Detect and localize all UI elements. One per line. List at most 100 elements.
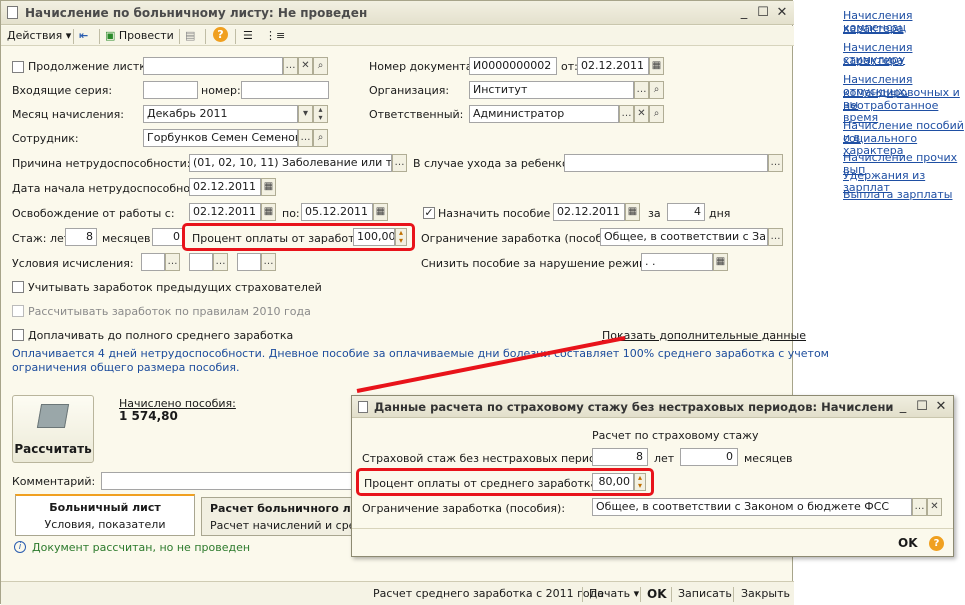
show-more-link[interactable]: Показать дополнительные данные (602, 329, 806, 342)
condition-select-3[interactable]: … (261, 253, 276, 271)
title-bar: Начисление по больничному листу: Не пров… (1, 1, 794, 25)
for-label: за (648, 207, 661, 220)
continuation-checkbox[interactable] (12, 61, 24, 73)
minimize-button[interactable]: _ (735, 4, 753, 22)
stazh-years-field[interactable]: 8 (65, 228, 97, 246)
panel-link-stimulating-2[interactable]: характера (843, 55, 904, 67)
release-label: Освобождение от работы с: (12, 207, 175, 220)
doc-number-field[interactable]: И0000000002 (469, 57, 557, 75)
doc-date-field[interactable]: 02.12.2011 (577, 57, 649, 75)
reason-field[interactable]: (01, 02, 10, 11) Заболевание или травма (189, 154, 392, 172)
topup-label: Доплачивать до полного среднего заработк… (28, 329, 294, 342)
maximize-button[interactable]: ☐ (754, 4, 772, 22)
release-to-field[interactable]: 05.12.2011 (301, 203, 373, 221)
stazh-months-field[interactable]: 0 (152, 228, 184, 246)
org-field[interactable]: Институт (469, 81, 634, 99)
condition-select-2[interactable]: … (213, 253, 228, 271)
tab-calculation[interactable]: Расчет больничного лис Расчет начислений… (201, 497, 353, 536)
condition-field-2[interactable] (189, 253, 213, 271)
dialog-help-icon[interactable]: ? (929, 536, 944, 551)
dialog-minimize-button[interactable]: _ (894, 398, 912, 416)
dialog-limit-field[interactable]: Общее, в соответствии с Законом о бюджет… (592, 498, 912, 516)
prev-insurers-checkbox[interactable] (12, 281, 24, 293)
employee-search-icon[interactable]: ⌕ (313, 129, 328, 147)
responsible-field[interactable]: Администратор (469, 105, 619, 123)
release-from-field[interactable]: 02.12.2011 (189, 203, 261, 221)
limit-label: Ограничение заработка (пособия): (421, 232, 625, 245)
calendar-icon[interactable]: ▦ (649, 57, 664, 75)
condition-select-1[interactable]: … (165, 253, 180, 271)
dialog-months-field[interactable]: 0 (680, 448, 738, 466)
doc-number-label: Номер документа: (369, 60, 477, 73)
reduce-calendar-icon[interactable]: ▦ (713, 253, 728, 271)
close-button[interactable]: ✕ (773, 4, 791, 22)
reason-select-button[interactable]: … (392, 154, 407, 172)
condition-field-3[interactable] (237, 253, 261, 271)
help-icon[interactable]: ? (213, 27, 228, 42)
child-care-field[interactable] (564, 154, 768, 172)
assign-checkbox[interactable]: ✓ (423, 207, 435, 219)
back-icon[interactable]: ⇤ (79, 28, 88, 44)
start-date-field[interactable]: 02.12.2011 (189, 178, 261, 196)
rules-2010-checkbox[interactable] (12, 305, 24, 317)
calculate-button[interactable]: Рассчитать (12, 395, 94, 463)
dialog-limit-clear-icon[interactable]: ✕ (927, 498, 942, 516)
close-form-button[interactable]: Закрыть (741, 586, 790, 602)
series-field[interactable] (143, 81, 198, 99)
days-field[interactable]: 4 (667, 203, 705, 221)
dialog-years-field[interactable]: 8 (592, 448, 648, 466)
number-field[interactable] (241, 81, 329, 99)
post-button[interactable]: ▣ Провести (105, 28, 174, 44)
responsible-clear-icon[interactable]: ✕ (634, 105, 649, 123)
settings-list-icon[interactable]: ⋮≡ (265, 28, 285, 44)
dialog-title: Данные расчета по страховому стажу без н… (374, 400, 894, 414)
child-care-select-button[interactable]: … (768, 154, 783, 172)
limit-field[interactable]: Общее, в соответствии с Закон (600, 228, 768, 246)
print-menu[interactable]: Печать ▾ (589, 586, 639, 602)
dialog-ok-button[interactable]: OK (898, 536, 918, 550)
release-to-calendar-icon[interactable]: ▦ (373, 203, 388, 221)
info-text-line-2: ограничения общего размера пособия. (12, 361, 240, 374)
structure-icon[interactable]: ☰ (243, 28, 253, 44)
ok-button[interactable]: OK (647, 586, 667, 602)
month-field[interactable]: Декабрь 2011 (143, 105, 298, 123)
month-dropdown-icon[interactable]: ▾ (298, 105, 313, 123)
continuation-select-button[interactable]: … (283, 57, 298, 75)
employee-select-button[interactable]: … (298, 129, 313, 147)
dialog-document-icon (358, 401, 368, 413)
employee-label: Сотрудник: (12, 132, 79, 145)
start-date-calendar-icon[interactable]: ▦ (261, 178, 276, 196)
rules-2010-label: Рассчитывать заработок по правилам 2010 … (28, 305, 311, 318)
reduce-date-field[interactable]: . . (641, 253, 713, 271)
release-from-calendar-icon[interactable]: ▦ (261, 203, 276, 221)
dialog-limit-label: Ограничение заработка (пособия): (362, 502, 566, 515)
topup-checkbox[interactable] (12, 329, 24, 341)
assign-date-field[interactable]: 02.12.2011 (553, 203, 625, 221)
continuation-search-icon[interactable]: ⌕ (313, 57, 328, 75)
comment-field[interactable] (101, 472, 361, 490)
org-select-button[interactable]: … (634, 81, 649, 99)
month-spin-icon[interactable]: ▴ ▾ (313, 105, 328, 123)
panel-link-payment[interactable]: Выплата зарплаты (843, 189, 952, 201)
org-search-icon[interactable]: ⌕ (649, 81, 664, 99)
continuation-clear-icon[interactable]: ✕ (298, 57, 313, 75)
dialog-maximize-button[interactable]: ☐ (913, 398, 931, 416)
save-button[interactable]: Записать (678, 586, 732, 602)
responsible-search-icon[interactable]: ⌕ (649, 105, 664, 123)
avg-calc-button[interactable]: Расчет среднего заработка с 2011 года (373, 586, 604, 602)
calculator-icon (36, 404, 70, 428)
comment-label: Комментарий: (12, 475, 96, 488)
assign-calendar-icon[interactable]: ▦ (625, 203, 640, 221)
dialog-limit-select-button[interactable]: … (912, 498, 927, 516)
panel-link-compensation-2[interactable]: характера (843, 23, 904, 35)
employee-field[interactable]: Горбунков Семен Семенович (143, 129, 298, 147)
tab-sick-leave[interactable]: Больничный лист Условия, показатели (15, 494, 195, 536)
limit-select-button[interactable]: … (768, 228, 783, 246)
continuation-field[interactable] (143, 57, 283, 75)
dialog-close-button[interactable]: ✕ (932, 398, 950, 416)
stamp-icon[interactable]: ▤ (185, 28, 195, 44)
condition-field-1[interactable] (141, 253, 165, 271)
actions-menu[interactable]: Действия ▾ (7, 28, 71, 44)
responsible-select-button[interactable]: … (619, 105, 634, 123)
org-label: Организация: (369, 84, 450, 97)
